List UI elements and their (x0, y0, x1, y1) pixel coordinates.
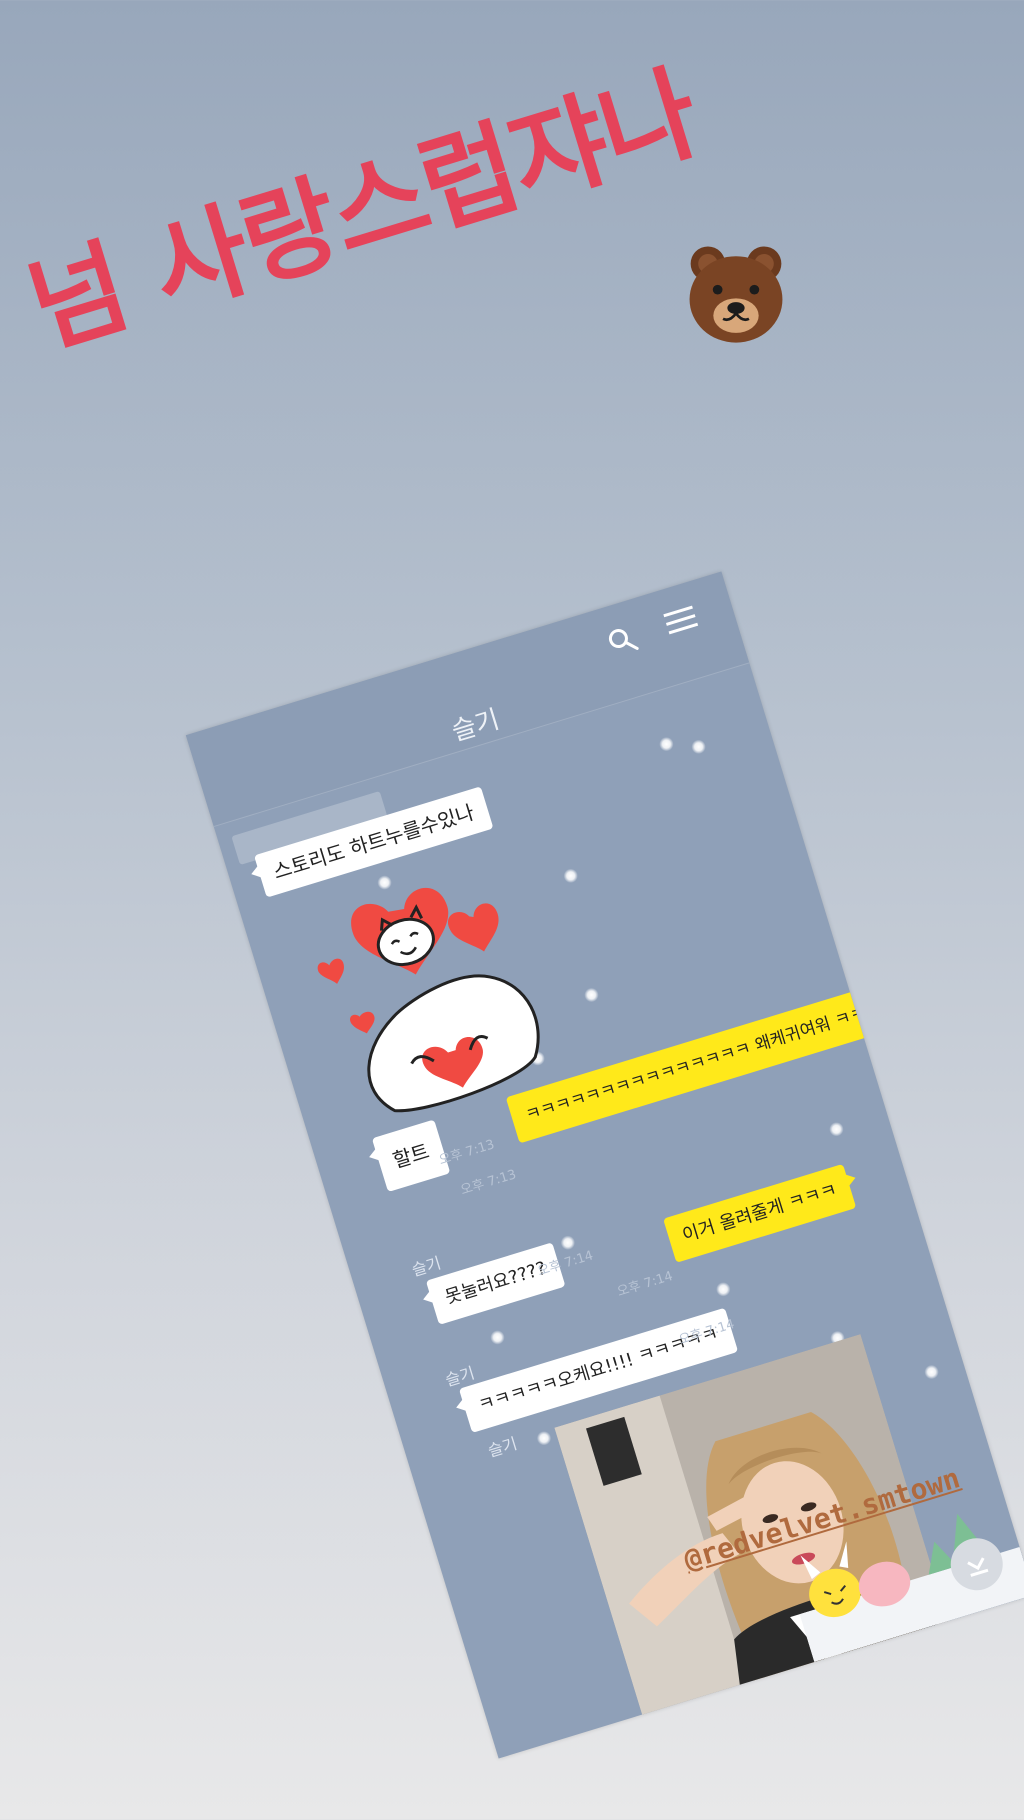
menu-icon[interactable] (660, 601, 701, 640)
snowflake (488, 1328, 507, 1347)
message-bubble[interactable]: 못눌러요???? (425, 1242, 566, 1325)
message-time: 오후 7:13 (458, 1167, 519, 1199)
snowflake (562, 867, 580, 885)
sender-name: 슬기 (485, 1433, 520, 1461)
snowflake (582, 986, 601, 1004)
snowflake (922, 1363, 941, 1381)
snowflake (827, 1120, 846, 1138)
snowflake (689, 738, 708, 756)
chat-screenshot: 슬기 스토리도 하트누를수있나 할트 오후 7:13 ㅋㅋㅋㅋㅋㅋㅋㅋㅋㅋㅋㅋㅋ… (185, 571, 1024, 1759)
message-bubble[interactable]: 이거 올려줄게 ㅋㅋㅋ (663, 1163, 857, 1263)
snowflake (657, 735, 676, 753)
snowflake (535, 1429, 553, 1447)
bear-face-emoji (689, 246, 783, 343)
message-time: 오후 7:13 (437, 1137, 497, 1169)
chat-header: 슬기 (185, 571, 750, 828)
headline-text: 넘 사랑스럽쟈나 (15, 51, 711, 370)
message-time: 오후 7:14 (615, 1268, 675, 1301)
search-icon[interactable] (603, 622, 640, 659)
story-headline: 넘 사랑스럽쟈나 (8, 28, 712, 374)
snowflake (714, 1280, 733, 1299)
